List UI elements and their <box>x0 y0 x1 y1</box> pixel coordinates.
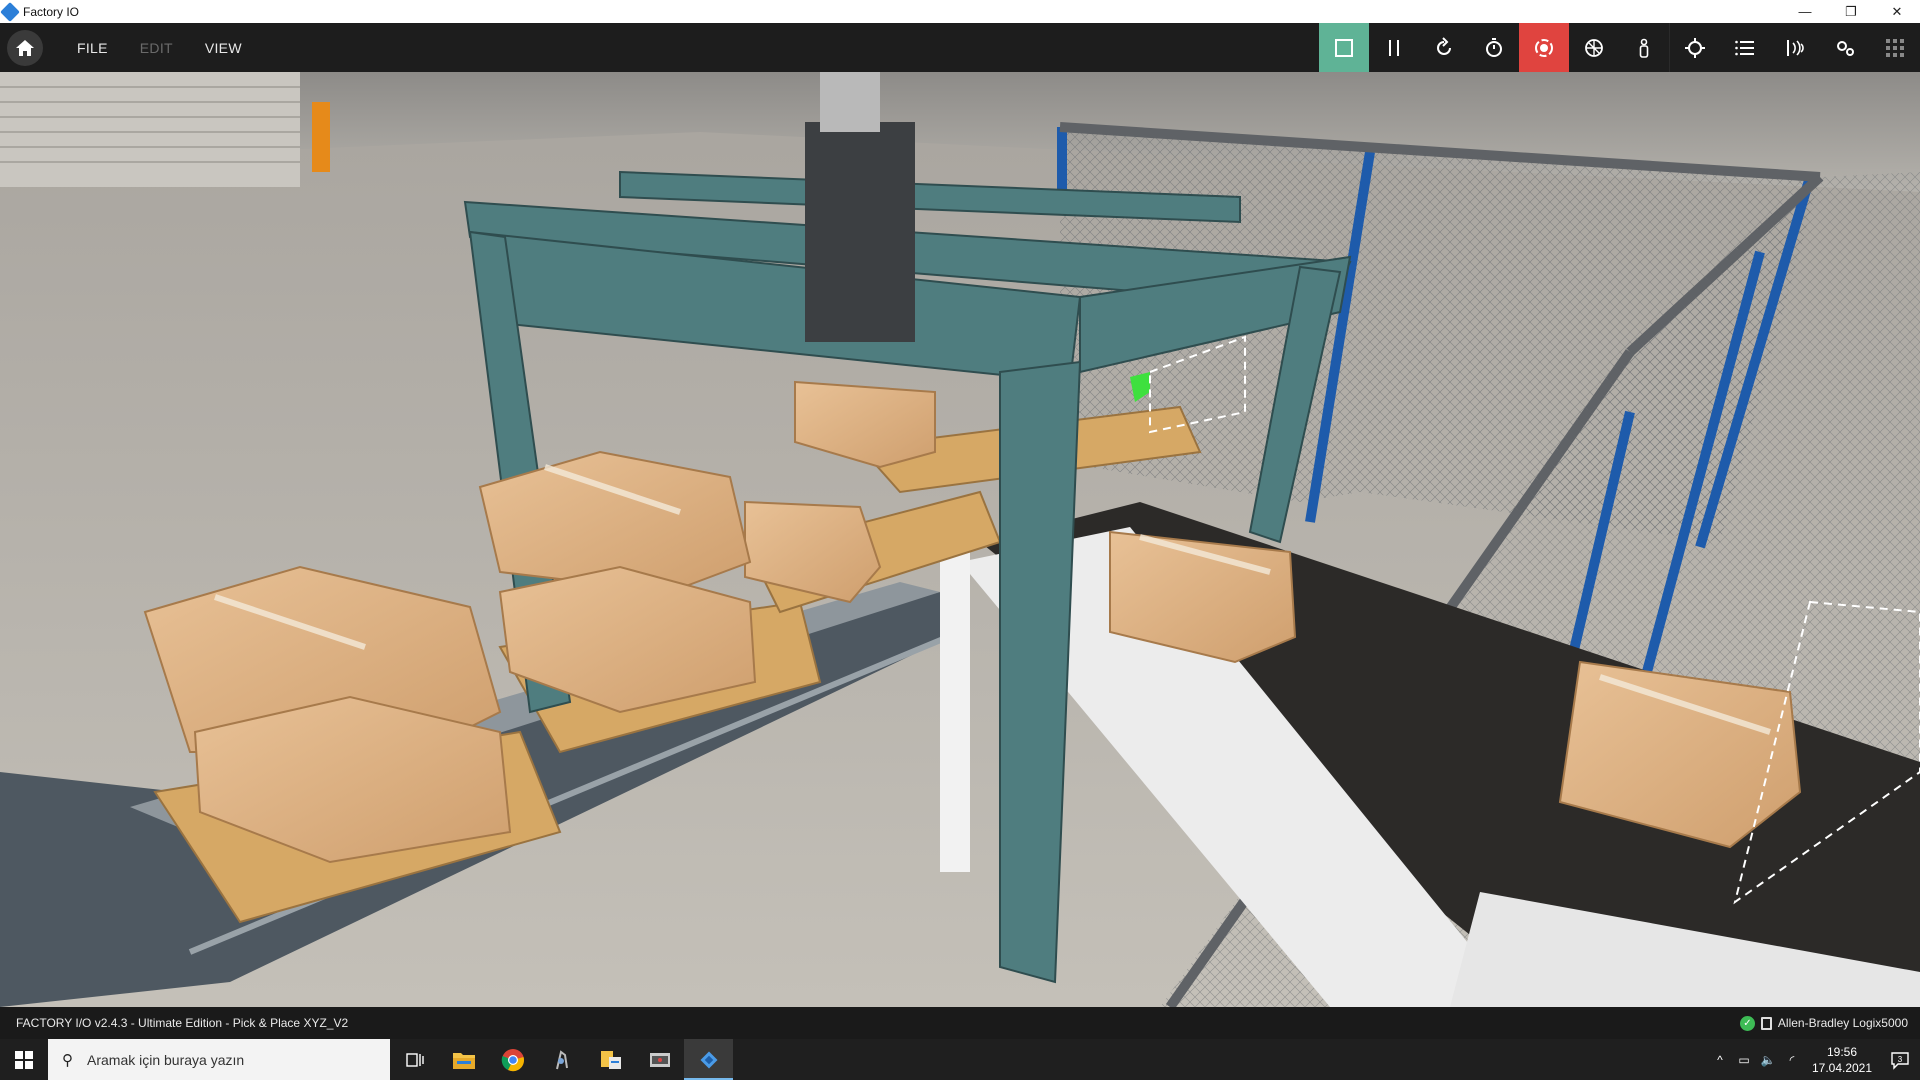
menu-view[interactable]: VIEW <box>189 40 258 56</box>
task-view-icon <box>405 1052 424 1067</box>
drivers-button[interactable] <box>1820 23 1870 72</box>
factory-io-logo-icon <box>0 1 20 22</box>
clock-date: 17.04.2021 <box>1811 1060 1873 1075</box>
timer-button[interactable] <box>1469 23 1519 72</box>
windows-logo-icon <box>15 1050 33 1069</box>
volume-icon[interactable]: 🔈 <box>1756 1053 1780 1067</box>
taskbar-app-2[interactable] <box>586 1039 635 1080</box>
sensors-button[interactable] <box>1770 23 1820 72</box>
crosshair-icon <box>1685 37 1705 58</box>
grid-icon <box>1886 38 1904 57</box>
list-icon <box>1735 40 1754 55</box>
app-icon-2 <box>600 1050 621 1069</box>
camera-orbit-icon <box>1535 38 1553 57</box>
battery-icon[interactable]: ▭ <box>1732 1053 1756 1067</box>
stop-icon <box>1335 38 1353 57</box>
driver-settings-icon <box>1837 40 1854 56</box>
stop-button[interactable] <box>1319 23 1369 72</box>
z-axis-column <box>805 122 915 342</box>
clock-time: 19:56 <box>1826 1044 1858 1059</box>
grid-button[interactable] <box>1870 23 1920 72</box>
pick-button[interactable] <box>1670 23 1720 72</box>
scene-rendering <box>0 72 1920 1007</box>
pause-icon <box>1389 39 1399 56</box>
reset-icon <box>1437 36 1451 55</box>
menu-file[interactable]: FILE <box>61 40 124 56</box>
tray-expand-icon[interactable]: ^ <box>1708 1053 1732 1067</box>
clock[interactable]: 19:56 17.04.2021 <box>1804 1044 1880 1076</box>
factory-io-taskbar-button[interactable] <box>684 1039 733 1080</box>
search-icon: ⚲ <box>62 1051 73 1069</box>
home-button[interactable] <box>7 29 43 66</box>
scene-info: FACTORY I/O v2.4.3 - Ultimate Edition - … <box>16 1016 349 1030</box>
taskbar-search[interactable]: ⚲ Aramak için buraya yazın <box>48 1039 390 1080</box>
first-person-button[interactable] <box>1619 23 1669 72</box>
search-placeholder: Aramak için buraya yazın <box>87 1051 245 1068</box>
simulation-tools <box>1319 23 1920 72</box>
app-icon-3 <box>649 1052 670 1067</box>
fly-camera-icon <box>1585 38 1603 57</box>
window-titlebar: Factory IO — ❐ ✕ <box>0 0 1920 23</box>
driver-name: Allen-Bradley Logix5000 <box>1777 1016 1908 1030</box>
orbit-camera-button[interactable] <box>1519 23 1569 72</box>
close-button[interactable]: ✕ <box>1874 0 1920 23</box>
taskbar-app-3[interactable] <box>635 1039 684 1080</box>
factory-io-icon <box>700 1051 717 1068</box>
plc-driver-icon <box>1760 1016 1772 1030</box>
start-button[interactable] <box>0 1039 48 1080</box>
status-bar: FACTORY I/O v2.4.3 - Ultimate Edition - … <box>0 1007 1920 1039</box>
sensor-icon <box>1787 39 1804 56</box>
restore-button[interactable]: ❐ <box>1828 0 1874 23</box>
chrome-icon <box>501 1048 524 1071</box>
notification-count: 3 <box>1898 1055 1903 1064</box>
main-menu: FILE EDIT VIEW <box>61 40 258 56</box>
notifications-button[interactable]: 3 <box>1880 1050 1920 1070</box>
file-explorer-button[interactable] <box>439 1039 488 1080</box>
app-icon-1 <box>555 1049 568 1069</box>
driver-status[interactable]: ✓ Allen-Bradley Logix5000 <box>1739 1015 1908 1031</box>
first-person-icon <box>1639 38 1649 58</box>
3d-viewport[interactable] <box>0 72 1920 1007</box>
home-icon <box>16 39 34 56</box>
rolling-door <box>0 72 300 187</box>
reset-button[interactable] <box>1419 23 1469 72</box>
windows-taskbar: ⚲ Aramak için buraya yazın ^ ▭ 🔈 ◜ 19:56… <box>0 1039 1920 1080</box>
timer-icon <box>1486 37 1502 57</box>
window-title: Factory IO <box>23 4 80 19</box>
app-toolbar: FILE EDIT VIEW <box>0 23 1920 72</box>
notification-icon: 3 <box>1891 1051 1909 1070</box>
minimize-button[interactable]: — <box>1782 0 1828 23</box>
menu-edit[interactable]: EDIT <box>124 40 189 56</box>
fly-camera-button[interactable] <box>1569 23 1619 72</box>
window-controls: — ❐ ✕ <box>1782 0 1920 23</box>
system-tray: ^ ▭ 🔈 ◜ 19:56 17.04.2021 3 <box>1708 1039 1920 1080</box>
file-explorer-icon <box>452 1052 475 1069</box>
wifi-icon[interactable]: ◜ <box>1780 1053 1804 1067</box>
taskbar-app-1[interactable] <box>537 1039 586 1080</box>
pause-button[interactable] <box>1369 23 1419 72</box>
tags-list-button[interactable] <box>1720 23 1770 72</box>
task-view-button[interactable] <box>390 1039 439 1080</box>
connected-check-icon: ✓ <box>1739 1015 1755 1031</box>
chrome-button[interactable] <box>488 1039 537 1080</box>
